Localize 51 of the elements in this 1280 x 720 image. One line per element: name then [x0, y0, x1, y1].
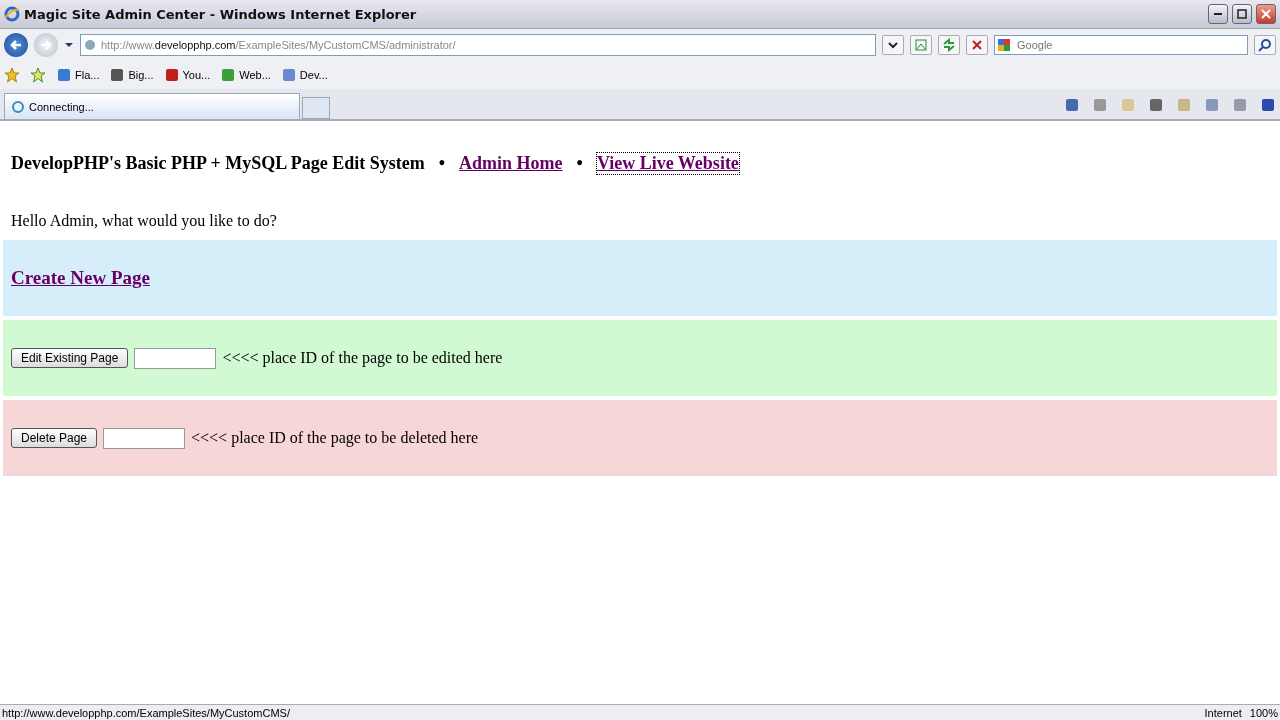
action-button[interactable]: Edit Existing Page: [11, 348, 129, 368]
back-arrow-icon: [9, 38, 23, 52]
window-title: Magic Site Admin Center - Windows Internet Explorer: [24, 6, 418, 22]
favorite-link[interactable]: Web...: [220, 67, 271, 83]
loading-icon: [11, 99, 25, 114]
new-tab-button[interactable]: [302, 97, 330, 119]
address-field[interactable]: http://www.developphp.com/ExampleSites/MyCustomCMS/administrator/: [80, 34, 876, 56]
page-id-field[interactable]: [134, 347, 217, 369]
nav-link[interactable]: Admin Home: [459, 153, 563, 174]
refresh-icon: [942, 38, 956, 52]
page-id-field[interactable]: [103, 427, 186, 449]
search-field[interactable]: Google: [994, 35, 1248, 55]
status-url: http://www.developphp.com/ExampleSites/MyCustomCMS/: [2, 706, 291, 719]
close-icon: [971, 39, 983, 51]
dropdown-icon[interactable]: [64, 41, 74, 49]
add-favorite-icon[interactable]: [30, 67, 46, 83]
browser-tab[interactable]: Connecting...: [4, 93, 300, 119]
search-icon: [1258, 38, 1272, 52]
zoom-level[interactable]: 100%: [1249, 706, 1278, 719]
close-icon: [1261, 9, 1271, 19]
favorite-link[interactable]: Fla...: [56, 67, 100, 83]
favorite-link[interactable]: You...: [163, 67, 211, 83]
favorite-link[interactable]: Big...: [109, 67, 154, 83]
greeting-text: Hello Admin, what would you like to do?: [11, 212, 277, 229]
minimize-button[interactable]: [1208, 4, 1228, 24]
hint-text: <<<< place ID of the page to be edited here: [222, 349, 503, 367]
stop-button[interactable]: [966, 35, 988, 55]
site-title: DevelopPHP's Basic PHP + MySQL Page Edit System: [11, 153, 425, 174]
image-icon: [914, 38, 928, 52]
forward-arrow-icon: [39, 38, 53, 52]
refresh-button[interactable]: [938, 35, 960, 55]
site-icon: [83, 38, 97, 52]
star-icon[interactable]: [4, 67, 20, 83]
maximize-button[interactable]: [1232, 4, 1252, 24]
separator: •: [576, 153, 583, 174]
close-button[interactable]: [1256, 4, 1276, 24]
minimize-icon: [1214, 13, 1222, 15]
chevron-down-icon: [888, 41, 898, 49]
browser-logo-icon: [4, 6, 20, 22]
hint-text: <<<< place ID of the page to be deleted here: [191, 429, 479, 447]
create-page-link[interactable]: Create New Page: [11, 267, 150, 289]
favorite-link[interactable]: Dev...: [280, 67, 328, 83]
back-button[interactable]: [4, 33, 28, 57]
maximize-icon: [1237, 9, 1247, 19]
separator: •: [438, 153, 446, 174]
nav-link[interactable]: View Live Website: [596, 153, 739, 174]
compatibility-view-button[interactable]: [910, 35, 932, 55]
address-dropdown-button[interactable]: [882, 35, 904, 55]
security-zone: Internet: [1204, 706, 1242, 719]
search-button[interactable]: [1254, 35, 1276, 55]
action-button[interactable]: Delete Page: [11, 428, 98, 448]
